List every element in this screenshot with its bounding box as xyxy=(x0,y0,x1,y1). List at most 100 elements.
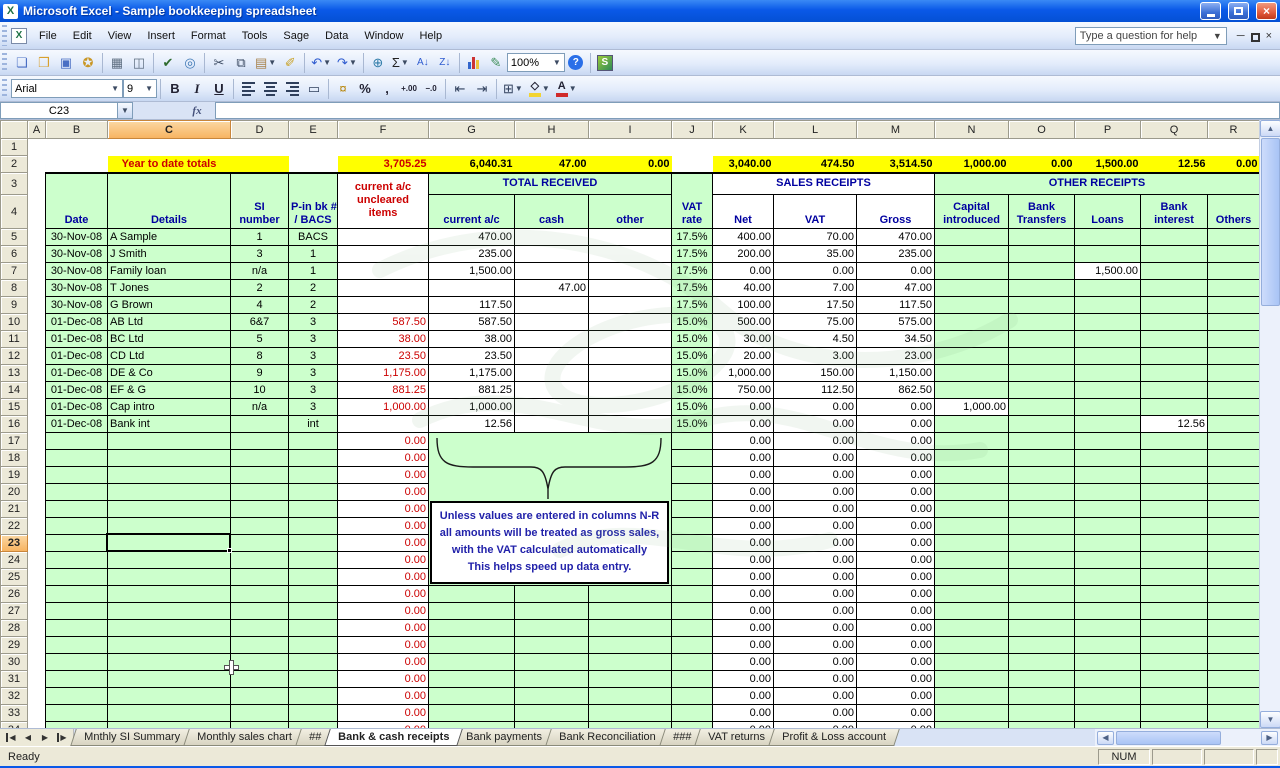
cell-B29[interactable] xyxy=(46,637,108,654)
cell-D9[interactable]: 4 xyxy=(231,297,289,314)
percent-button[interactable]: % xyxy=(354,78,376,100)
cell-A18[interactable] xyxy=(28,450,46,467)
cell-F21[interactable]: 0.00 xyxy=(338,501,429,518)
cell-Q14[interactable] xyxy=(1141,382,1208,399)
cell-P8[interactable] xyxy=(1075,280,1141,297)
cell-N15[interactable]: 1,000.00 xyxy=(935,399,1009,416)
cell-J8[interactable]: 17.5% xyxy=(672,280,713,297)
cell-M25[interactable]: 0.00 xyxy=(857,569,935,586)
cell-J28[interactable] xyxy=(672,620,713,637)
cell-K29[interactable]: 0.00 xyxy=(713,637,774,654)
new-icon[interactable]: ❏ xyxy=(11,52,33,74)
cell-G26[interactable] xyxy=(429,586,515,603)
cell-D17[interactable] xyxy=(231,433,289,450)
sort-ascending-icon[interactable]: A↓ xyxy=(412,52,434,74)
cell-L24[interactable]: 0.00 xyxy=(774,552,857,569)
cell-N12[interactable] xyxy=(935,348,1009,365)
cell-K20[interactable]: 0.00 xyxy=(713,484,774,501)
cell-E13[interactable]: 3 xyxy=(289,365,338,382)
cell-D27[interactable] xyxy=(231,603,289,620)
cell-F18[interactable]: 0.00 xyxy=(338,450,429,467)
cell-H13[interactable] xyxy=(515,365,589,382)
cell-I30[interactable] xyxy=(589,654,672,671)
cell-J18[interactable] xyxy=(672,450,713,467)
cell-G30[interactable] xyxy=(429,654,515,671)
cell-L19[interactable]: 0.00 xyxy=(774,467,857,484)
menu-window[interactable]: Window xyxy=(356,26,411,46)
cell-L29[interactable]: 0.00 xyxy=(774,637,857,654)
row-header-29[interactable]: 29 xyxy=(1,637,28,654)
cell-B11[interactable]: 01-Dec-08 xyxy=(46,331,108,348)
cell-R27[interactable] xyxy=(1208,603,1260,620)
cell-E7[interactable]: 1 xyxy=(289,263,338,280)
col-header-G[interactable]: G xyxy=(429,121,515,139)
cell-J21[interactable] xyxy=(672,501,713,518)
cell-A25[interactable] xyxy=(28,569,46,586)
cell-C25[interactable] xyxy=(108,569,231,586)
spelling-icon[interactable]: ✔ xyxy=(157,52,179,74)
cell-K14[interactable]: 750.00 xyxy=(713,382,774,399)
col-header-Q[interactable]: Q xyxy=(1141,121,1208,139)
restore-button[interactable] xyxy=(1228,2,1249,20)
cell-H7[interactable] xyxy=(515,263,589,280)
sheet-tab-bank-cash-receipts[interactable]: Bank & cash receipts xyxy=(324,729,463,746)
cell-I4[interactable]: other xyxy=(589,195,672,229)
cell-A28[interactable] xyxy=(28,620,46,637)
cell-C7[interactable]: Family loan xyxy=(108,263,231,280)
cell-P19[interactable] xyxy=(1075,467,1141,484)
cell-I14[interactable] xyxy=(589,382,672,399)
align-left-button[interactable] xyxy=(237,78,259,100)
scroll-right-icon[interactable]: ▶ xyxy=(1261,731,1278,745)
cell-L21[interactable]: 0.00 xyxy=(774,501,857,518)
cell-Q8[interactable] xyxy=(1141,280,1208,297)
sheet-tab-bank-payments[interactable]: Bank payments xyxy=(453,729,556,746)
cell-F19[interactable]: 0.00 xyxy=(338,467,429,484)
toolbar-grip[interactable] xyxy=(2,79,7,99)
cell-R20[interactable] xyxy=(1208,484,1260,501)
cell-F23[interactable]: 0.00 xyxy=(338,535,429,552)
cell-O10[interactable] xyxy=(1009,314,1075,331)
cell-R15[interactable] xyxy=(1208,399,1260,416)
row-header-20[interactable]: 20 xyxy=(1,484,28,501)
col-header-I[interactable]: I xyxy=(589,121,672,139)
cell-F26[interactable]: 0.00 xyxy=(338,586,429,603)
cell-L4[interactable]: VAT xyxy=(774,195,857,229)
merge-center-button[interactable]: ▭ xyxy=(303,78,325,100)
cell-G11[interactable]: 38.00 xyxy=(429,331,515,348)
cell-O25[interactable] xyxy=(1009,569,1075,586)
cell-O33[interactable] xyxy=(1009,705,1075,722)
cell-C15[interactable]: Cap intro xyxy=(108,399,231,416)
cell-J33[interactable] xyxy=(672,705,713,722)
workbook-restore-button[interactable] xyxy=(1251,33,1260,42)
cell-O20[interactable] xyxy=(1009,484,1075,501)
cell-G6[interactable]: 235.00 xyxy=(429,246,515,263)
cell-L6[interactable]: 35.00 xyxy=(774,246,857,263)
save-icon[interactable]: ▣ xyxy=(55,52,77,74)
scroll-down-icon[interactable]: ▼ xyxy=(1260,711,1280,728)
cell-H12[interactable] xyxy=(515,348,589,365)
cell-D28[interactable] xyxy=(231,620,289,637)
cell-D24[interactable] xyxy=(231,552,289,569)
cell-C5[interactable]: A Sample xyxy=(108,229,231,246)
cell-F16[interactable] xyxy=(338,416,429,433)
cell-F1[interactable] xyxy=(338,139,429,156)
cell-Q13[interactable] xyxy=(1141,365,1208,382)
undo-icon[interactable]: ↶▼ xyxy=(308,52,334,74)
cell-C8[interactable]: T Jones xyxy=(108,280,231,297)
cell-N31[interactable] xyxy=(935,671,1009,688)
cell-C19[interactable] xyxy=(108,467,231,484)
cell-O6[interactable] xyxy=(1009,246,1075,263)
cell-H33[interactable] xyxy=(515,705,589,722)
cell-F3[interactable]: current a/cuncleareditems xyxy=(338,173,429,229)
cell-M12[interactable]: 23.00 xyxy=(857,348,935,365)
cell-P6[interactable] xyxy=(1075,246,1141,263)
cell-J1[interactable] xyxy=(672,139,713,156)
cell-E24[interactable] xyxy=(289,552,338,569)
cell-I1[interactable] xyxy=(589,139,672,156)
cell-J16[interactable]: 15.0% xyxy=(672,416,713,433)
chevron-down-icon[interactable]: ▼ xyxy=(553,58,561,67)
open-icon[interactable]: ❒ xyxy=(33,52,55,74)
cell-O14[interactable] xyxy=(1009,382,1075,399)
cell-C16[interactable]: Bank int xyxy=(108,416,231,433)
cell-Q15[interactable] xyxy=(1141,399,1208,416)
